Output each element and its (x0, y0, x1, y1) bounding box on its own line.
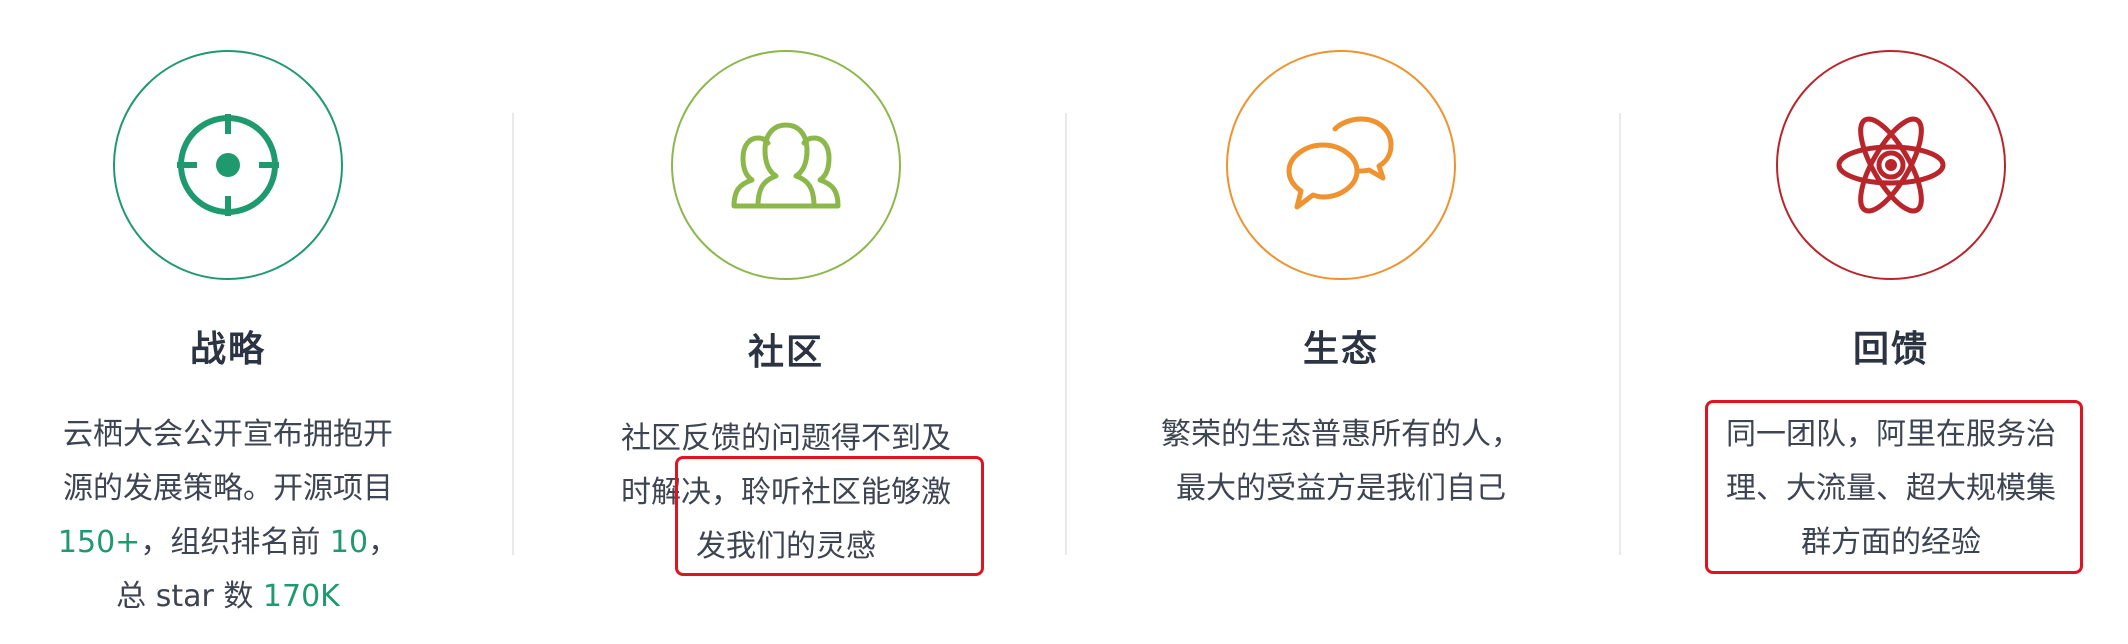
users-icon (731, 122, 841, 209)
description-line: 最大的受益方是我们自己 (1176, 471, 1506, 506)
icon-circle (1776, 50, 2006, 280)
description-line: 云栖大会公开宣布拥抱开 (63, 417, 393, 452)
target-icon (177, 114, 279, 216)
icon-circle (671, 50, 901, 280)
feature-description: 云栖大会公开宣布拥抱开 源的发展策略。开源项目 150+，组织排名前 10， 总… (0, 408, 508, 624)
icon-circle (113, 50, 343, 280)
description-text: 总 star 数 (116, 579, 263, 614)
description-line: 总 star 数 170K (0, 570, 508, 624)
features-section: 战略 云栖大会公开宣布拥抱开 源的发展策略。开源项目 150+，组织排名前 10… (0, 0, 2128, 644)
project-count: 150+ (57, 525, 141, 560)
feature-title: 生态 (1302, 329, 1379, 370)
chat-bubbles-icon (1286, 116, 1394, 210)
atom-icon (1836, 116, 1946, 214)
star-count: 170K (262, 579, 340, 614)
annotation-box (1705, 400, 2083, 574)
feature-title: 社区 (747, 332, 824, 373)
description-line: 源的发展策略。开源项目 (63, 471, 393, 506)
description-text: ，组织排名前 (140, 525, 330, 560)
org-rank: 10 (329, 525, 369, 560)
feature-title: 战略 (189, 329, 266, 370)
feature-description: 繁荣的生态普惠所有的人， 最大的受益方是我们自己 (1061, 408, 1621, 516)
annotation-box (675, 456, 984, 576)
feature-ecosystem: 生态 繁荣的生态普惠所有的人， 最大的受益方是我们自己 (1061, 0, 1621, 644)
feature-strategy: 战略 云栖大会公开宣布拥抱开 源的发展策略。开源项目 150+，组织排名前 10… (0, 0, 508, 644)
description-text: ， (368, 525, 399, 560)
description-line: 150+，组织排名前 10， (0, 516, 508, 570)
icon-circle (1226, 50, 1456, 280)
description-line: 繁荣的生态普惠所有的人， (1161, 417, 1521, 452)
feature-title: 回馈 (1852, 329, 1929, 370)
